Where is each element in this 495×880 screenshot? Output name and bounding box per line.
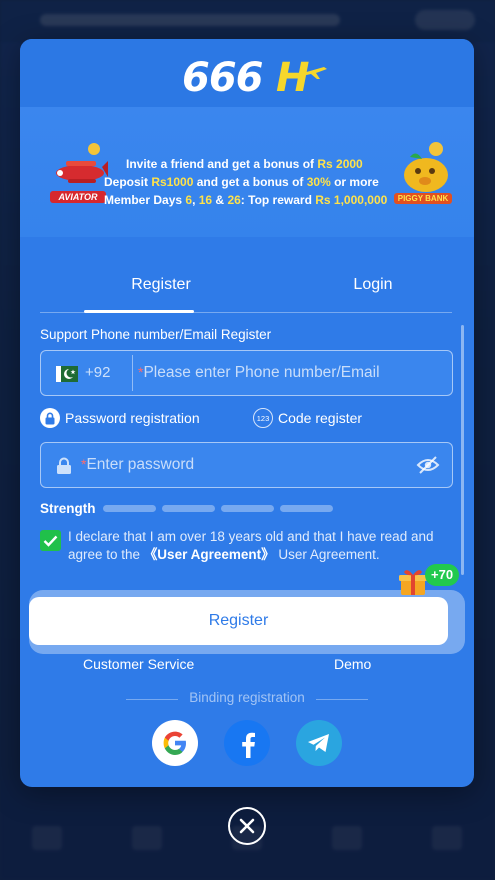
footer-links: Customer Service Demo — [20, 656, 474, 676]
user-agreement-link[interactable]: 《User Agreement》 — [144, 547, 275, 562]
gift-icon — [399, 570, 427, 595]
strength-bar — [102, 504, 156, 512]
password-lock-icon — [57, 457, 71, 474]
eye-hidden-icon[interactable] — [416, 455, 440, 475]
auth-tabs: Register Login — [40, 267, 452, 313]
piggy-bank-graphic: PIGGY BANK — [394, 141, 456, 213]
check-icon — [43, 535, 58, 547]
telegram-icon — [308, 734, 329, 752]
mode-password-label: Password registration — [65, 410, 200, 426]
country-code[interactable]: +92 — [85, 364, 110, 381]
piggy-bank-badge: PIGGY BANK — [394, 193, 452, 204]
aviator-graphic: AVIATOR — [50, 141, 110, 211]
google-login-button[interactable] — [152, 720, 198, 766]
pakistan-flag-icon[interactable] — [56, 366, 78, 382]
promo-line-2: Deposit Rs1000 and get a bonus of 30% or… — [104, 175, 379, 189]
agreement-text: I declare that I am over 18 years old an… — [68, 529, 434, 562]
divider-line — [316, 699, 368, 700]
demo-link[interactable]: Demo — [334, 656, 371, 672]
age-agreement: I declare that I am over 18 years old an… — [40, 528, 453, 568]
register-button[interactable]: Register — [29, 597, 448, 645]
number-code-icon: 123 — [253, 408, 273, 428]
register-modal: 666 H AVIATOR Invite a friend and get a … — [20, 39, 474, 787]
brand-logo: 666 H — [182, 55, 327, 101]
register-mode-row: Password registration 123 Code register — [40, 407, 453, 431]
customer-service-link[interactable]: Customer Service — [83, 656, 194, 672]
promo-text: Invite a friend and get a bonus of Rs 20… — [104, 155, 404, 209]
promo-line-1: Invite a friend and get a bonus of Rs 20… — [126, 157, 363, 171]
facebook-login-button[interactable] — [224, 720, 270, 766]
phone-email-field[interactable]: +92 *Please enter Phone number/Email — [40, 350, 453, 396]
strength-label: Strength — [40, 500, 96, 516]
register-method-label: Support Phone number/Email Register — [40, 327, 272, 342]
plane-icon — [296, 67, 327, 79]
mode-code-register[interactable]: 123 Code register — [253, 407, 362, 429]
logo-number: 666 — [182, 55, 263, 101]
telegram-login-button[interactable] — [296, 720, 342, 766]
binding-label: Binding registration — [189, 690, 305, 705]
password-input[interactable]: *Enter password — [81, 456, 194, 474]
bonus-badge: +70 — [425, 564, 460, 586]
binding-registration: Binding registration — [20, 690, 474, 708]
lock-icon — [40, 408, 60, 428]
tab-login[interactable]: Login — [296, 267, 450, 313]
phone-email-input[interactable]: *Please enter Phone number/Email — [138, 364, 380, 382]
divider-line — [126, 699, 178, 700]
mode-code-label: Code register — [278, 410, 363, 426]
promo-line-3: Member Days 6, 16 & 26: Top reward Rs 1,… — [104, 193, 388, 207]
promo-banner[interactable]: AVIATOR Invite a friend and get a bonus … — [20, 107, 474, 237]
aviator-badge: AVIATOR — [50, 191, 106, 203]
aviator-plane-icon — [56, 143, 108, 183]
google-icon — [163, 731, 186, 755]
facebook-icon — [242, 732, 255, 758]
close-modal-button[interactable] — [228, 807, 266, 845]
active-tab-indicator — [84, 310, 194, 313]
close-icon — [239, 818, 255, 834]
piggy-bank-icon — [404, 142, 448, 192]
mode-password-registration[interactable]: Password registration — [40, 407, 200, 429]
strength-bar — [220, 504, 274, 512]
strength-bar — [161, 504, 215, 512]
agreement-checkbox[interactable] — [40, 530, 61, 551]
password-strength: Strength — [40, 499, 453, 517]
field-divider — [132, 355, 133, 391]
strength-bar — [279, 504, 333, 512]
modal-header: 666 H — [20, 39, 474, 107]
tab-register[interactable]: Register — [84, 267, 238, 313]
scrollbar[interactable] — [461, 325, 464, 575]
password-field[interactable]: *Enter password — [40, 442, 453, 488]
